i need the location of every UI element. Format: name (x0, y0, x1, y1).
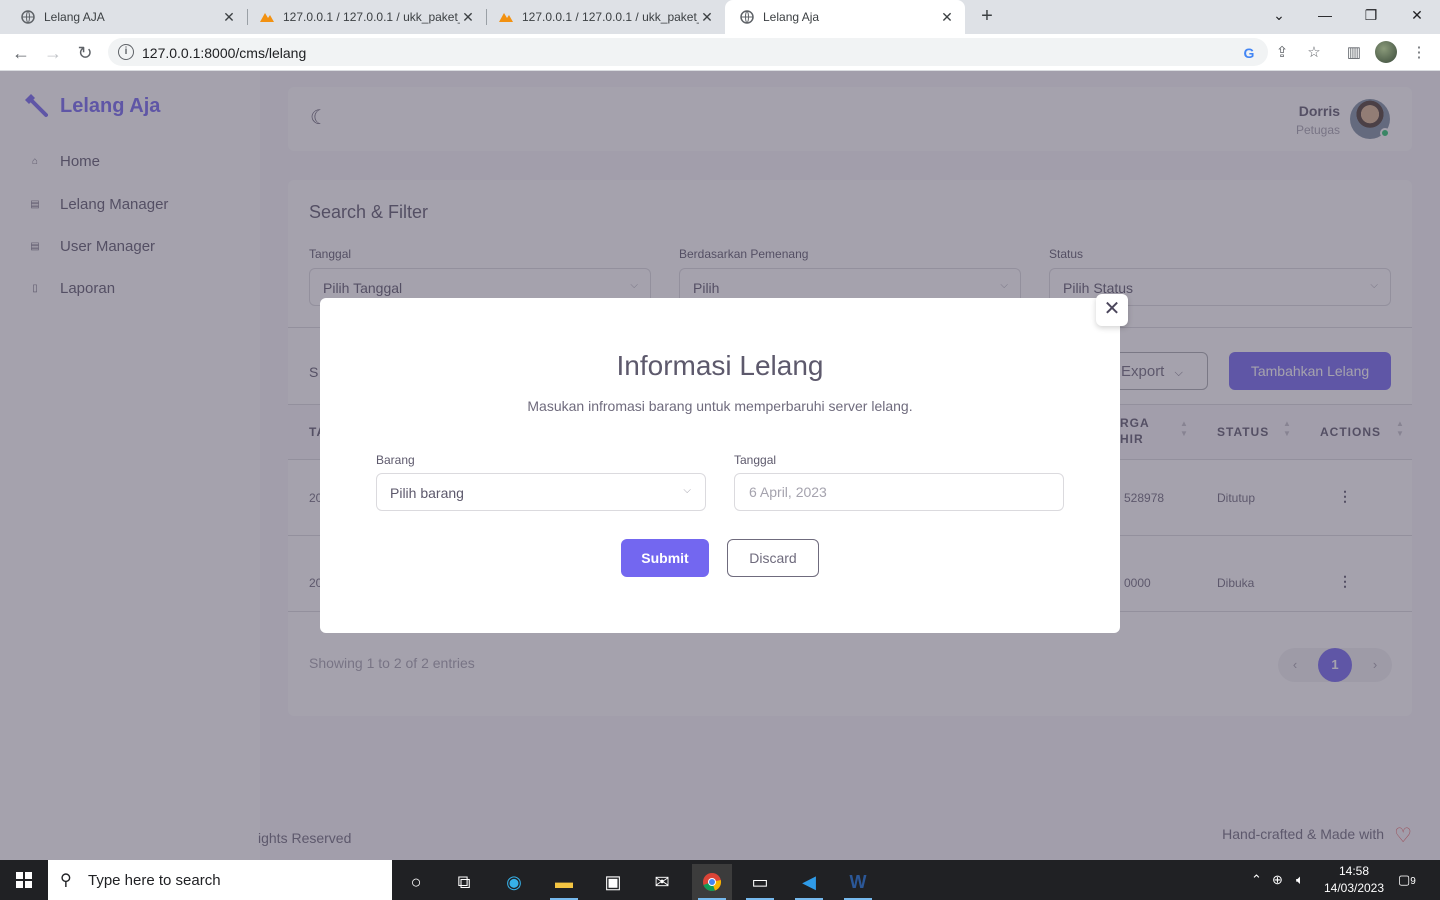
network-icon[interactable]: ⊕ (1272, 872, 1283, 888)
forward-button[interactable]: → (40, 40, 66, 66)
new-tab-button[interactable]: + (975, 5, 999, 29)
word-icon[interactable]: W (838, 864, 878, 900)
modal-subtitle: Masukan infromasi barang untuk memperbar… (527, 398, 913, 414)
search-icon: ⚲ (60, 872, 72, 889)
terminal-icon[interactable]: ▭ (740, 864, 780, 900)
chevron-down-icon: ⌵ (683, 485, 691, 496)
taskbar-clock[interactable]: 14:58 14/03/2023 (1322, 863, 1386, 897)
profile-avatar[interactable] (1375, 41, 1397, 63)
browser-tab-strip: Lelang AJA ✕ 127.0.0.1 / 127.0.0.1 / ukk… (0, 0, 1440, 34)
tab-title: Lelang AJA (44, 10, 105, 24)
volume-icon[interactable]: 🔈︎ (1296, 872, 1304, 888)
phpmyadmin-icon (498, 9, 514, 25)
chrome-icon[interactable] (692, 864, 732, 900)
tab-title: Lelang Aja (763, 10, 820, 24)
close-tab-icon[interactable]: ✕ (460, 9, 476, 25)
barang-label: Barang (376, 453, 415, 467)
submit-button[interactable]: Submit (621, 539, 709, 577)
clock-date: 14/03/2023 (1323, 881, 1385, 895)
browser-tab-3[interactable]: 127.0.0.1 / 127.0.0.1 / ukk_paket_ ✕ (486, 0, 725, 34)
modal-title: Informasi Lelang (616, 350, 824, 381)
browser-toolbar: ← → ↻ i 127.0.0.1:8000/cms/lelang G ⇪ ☆ … (0, 34, 1440, 71)
notification-count: 9 (1410, 876, 1416, 887)
mail-icon[interactable]: ✉ (642, 864, 682, 900)
notification-icon[interactable]: ▢9 (1398, 872, 1416, 888)
vscode-icon[interactable]: ◀ (789, 864, 829, 900)
informasi-lelang-modal: ✕ Informasi Lelang Masukan infromasi bar… (320, 294, 1128, 633)
select-value: Pilih barang (390, 485, 464, 501)
edge-icon[interactable]: ◉ (494, 864, 534, 900)
google-icon[interactable]: G (1240, 44, 1258, 62)
browser-tab-1[interactable]: Lelang AJA ✕ (0, 0, 247, 34)
info-icon[interactable]: i (118, 44, 134, 60)
close-tab-icon[interactable]: ✕ (699, 9, 715, 25)
browser-tab-4[interactable]: Lelang Aja ✕ (725, 0, 965, 34)
file-explorer-icon[interactable]: ▬ (544, 864, 584, 900)
store-icon[interactable]: ▣ (593, 864, 633, 900)
back-button[interactable]: ← (8, 40, 34, 66)
search-placeholder: Type here to search (88, 872, 221, 889)
close-tab-icon[interactable]: ✕ (221, 9, 237, 25)
browser-tab-2[interactable]: 127.0.0.1 / 127.0.0.1 / ukk_paket_ ✕ (247, 0, 486, 34)
barang-select[interactable]: Pilih barang ⌵ (376, 473, 706, 511)
close-tab-icon[interactable]: ✕ (939, 9, 955, 25)
globe-icon (20, 9, 36, 25)
taskbar: ⚲ Type here to search ○ ⧉ ◉ ▬ ▣ ✉ ▭ ◀ W … (0, 860, 1440, 900)
bookmark-star-icon[interactable]: ☆ (1303, 42, 1325, 64)
reload-button[interactable]: ↻ (72, 40, 98, 66)
side-panel-icon[interactable]: ▥ (1343, 42, 1365, 64)
minimize-button[interactable]: — (1302, 0, 1348, 34)
tanggal-input[interactable] (734, 473, 1064, 511)
url-text: 127.0.0.1:8000/cms/lelang (142, 45, 307, 61)
globe-icon (739, 9, 755, 25)
discard-button[interactable]: Discard (727, 539, 819, 577)
app-viewport: Lelang Aja ⌂ Home ▤ Lelang Manager ▤ Use… (0, 71, 1440, 860)
cortana-icon[interactable]: ○ (396, 864, 436, 900)
start-button[interactable] (0, 860, 48, 900)
tab-title: 127.0.0.1 / 127.0.0.1 / ukk_paket_ (522, 10, 699, 24)
more-menu-icon[interactable]: ⋮ (1408, 42, 1430, 64)
task-view-icon[interactable]: ⧉ (444, 864, 484, 900)
restore-button[interactable]: ❐ (1348, 0, 1394, 34)
clock-time: 14:58 (1338, 864, 1370, 878)
share-icon[interactable]: ⇪ (1271, 42, 1293, 64)
address-bar[interactable]: i 127.0.0.1:8000/cms/lelang G (108, 38, 1268, 66)
chevron-up-icon[interactable]: ⌃ (1251, 872, 1262, 888)
taskbar-search[interactable]: ⚲ Type here to search (48, 860, 392, 900)
tanggal-label: Tanggal (734, 453, 777, 467)
tab-title: 127.0.0.1 / 127.0.0.1 / ukk_paket_ (283, 10, 460, 24)
windows-icon (16, 872, 32, 888)
tab-search-icon[interactable]: ⌄ (1256, 0, 1302, 34)
close-icon[interactable]: ✕ (1096, 294, 1128, 326)
phpmyadmin-icon (259, 9, 275, 25)
close-window-button[interactable]: ✕ (1394, 0, 1440, 34)
